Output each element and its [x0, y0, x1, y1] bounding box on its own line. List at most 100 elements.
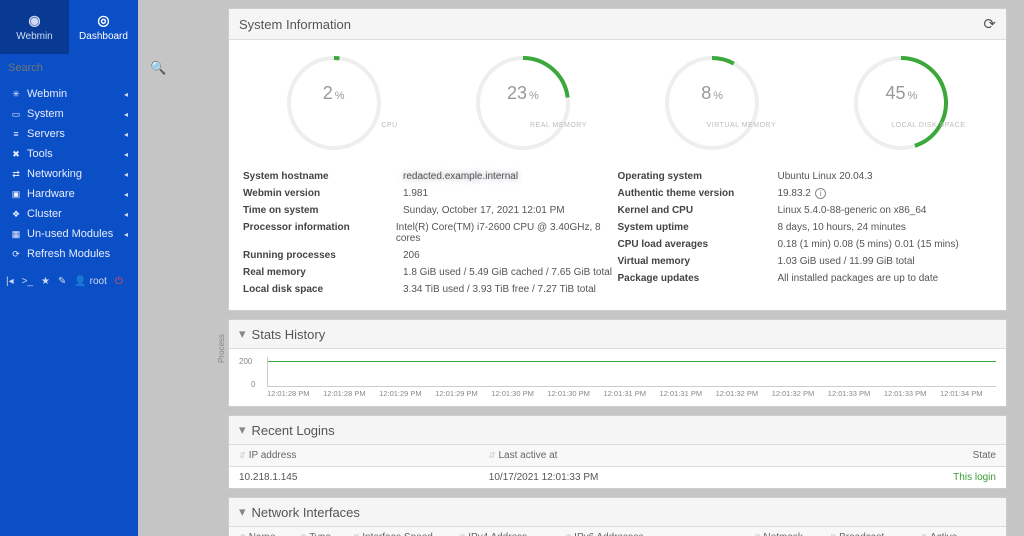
sidebar-item-label: Cluster	[27, 208, 62, 220]
sidebar-item-refresh-modules[interactable]: ⟳Refresh Modules	[0, 244, 138, 264]
search-input[interactable]	[8, 62, 150, 74]
stats-history-header[interactable]: ▾ Stats History	[229, 320, 1006, 349]
th-last-active[interactable]: Last active at	[499, 450, 558, 461]
info-key: Package updates	[618, 273, 778, 284]
th-net-type[interactable]: Type	[309, 532, 331, 536]
info-col-right: Operating systemUbuntu Linux 20.04.3Auth…	[618, 168, 993, 298]
info-value[interactable]: Sunday, October 17, 2021 12:01 PM	[403, 205, 565, 216]
th-net-speed[interactable]: Interface Speed	[362, 532, 433, 536]
bottombar-item-4[interactable]: 👤 root	[74, 276, 106, 287]
info-row: Real memory1.8 GiB used / 5.49 GiB cache…	[243, 264, 618, 281]
recent-logins-thead: ⇵IP address ⇵Last active at State	[229, 445, 1006, 467]
th-state[interactable]: State	[973, 450, 996, 461]
refresh-icon[interactable]: ⟳	[983, 15, 996, 33]
tab-webmin-label: Webmin	[16, 31, 53, 42]
recent-logins-panel: ▾ Recent Logins ⇵IP address ⇵Last active…	[228, 415, 1007, 489]
sidebar-item-system[interactable]: ▭System◂	[0, 104, 138, 124]
main-content: System Information ⟳ 2%CPU23%REAL MEMORY…	[138, 0, 1024, 536]
info-row: Processor informationIntel(R) Core(TM) i…	[243, 219, 618, 247]
th-net-v4[interactable]: IPv4 Address	[468, 532, 527, 536]
sidebar-tabs: ◉ Webmin ◎ Dashboard	[0, 0, 138, 54]
info-key: Local disk space	[243, 284, 403, 295]
th-ip[interactable]: IP address	[249, 450, 297, 461]
info-value: Intel(R) Core(TM) i7-2600 CPU @ 3.40GHz,…	[396, 222, 618, 244]
info-key: Authentic theme version	[618, 188, 778, 199]
sidebar-item-label: System	[27, 108, 64, 120]
bottombar-item-1[interactable]: >_	[22, 276, 33, 287]
sidebar-item-icon: ⟳	[10, 249, 22, 260]
info-value[interactable]: 206	[403, 250, 420, 261]
stats-line	[268, 361, 996, 362]
bottombar-item-0[interactable]: |◂	[6, 276, 14, 287]
tab-webmin[interactable]: ◉ Webmin	[0, 0, 69, 54]
gauge-pct: 2%	[323, 83, 345, 104]
info-row: CPU load averages0.18 (1 min) 0.08 (5 mi…	[618, 236, 993, 253]
info-key: Time on system	[243, 205, 403, 216]
network-interfaces-title: Network Interfaces	[252, 505, 360, 520]
sort-icon[interactable]: ⇵	[489, 451, 496, 460]
th-net-bcast[interactable]: Broadcast	[839, 532, 884, 536]
bottombar-item-3[interactable]: ✎	[58, 276, 66, 287]
sidebar-item-servers[interactable]: ≡Servers◂	[0, 124, 138, 144]
info-key: CPU load averages	[618, 239, 778, 250]
th-net-name[interactable]: Name	[249, 532, 276, 536]
chevron-right-icon: ◂	[124, 90, 128, 99]
stats-xtick: 12:01:28 PM	[267, 389, 323, 398]
system-info-panel: System Information ⟳ 2%CPU23%REAL MEMORY…	[228, 8, 1007, 311]
sidebar-item-label: Servers	[27, 128, 65, 140]
th-net-active[interactable]: Active	[930, 532, 957, 536]
th-net-v6[interactable]: IPv6 Addresses	[574, 532, 643, 536]
info-icon[interactable]: i	[815, 188, 826, 199]
sidebar-item-networking[interactable]: ⇄Networking◂	[0, 164, 138, 184]
gauge-local-disk-space: 45%LOCAL DISK SPACE	[821, 48, 981, 158]
info-value: 1.981	[403, 188, 428, 199]
th-net-mask[interactable]: Netmask	[763, 532, 802, 536]
system-info-title: System Information	[239, 17, 351, 32]
info-value[interactable]: 8 days, 10 hours, 24 minutes	[778, 222, 906, 233]
sidebar-menu: ✳Webmin◂ ▭ System ◂ ≡Servers◂✖Tools◂⇄Network…	[0, 80, 138, 264]
info-key: Webmin version	[243, 188, 403, 199]
sidebar-item-un-used-modules[interactable]: ▦Un-used Modules◂	[0, 224, 138, 244]
sidebar-item-cluster[interactable]: ❖ Cluster ◂	[0, 204, 138, 224]
tab-dashboard-label: Dashboard	[79, 31, 128, 42]
info-row: System uptime8 days, 10 hours, 24 minute…	[618, 219, 993, 236]
sidebar-item-icon: ✳	[10, 89, 22, 100]
bottombar-item-5[interactable]: ⏻	[115, 276, 123, 287]
stats-ylabel: Process	[217, 334, 226, 363]
sidebar-bottombar: |◂ >_ ★ ✎ 👤 root ⏻	[0, 270, 138, 293]
info-key: Kernel and CPU	[618, 205, 778, 216]
sort-icon[interactable]: ⇵	[239, 451, 246, 460]
sidebar-item-icon: ❖	[10, 209, 22, 220]
sidebar-item-hardware[interactable]: ▣Hardware◂	[0, 184, 138, 204]
info-key: System hostname	[243, 171, 403, 182]
info-col-left: System hostnameredacted.example.internal…	[243, 168, 618, 298]
info-row: Webmin version1.981	[243, 185, 618, 202]
sidebar: ◉ Webmin ◎ Dashboard 🔍 ✳Webmin◂▭System◂≡…	[0, 0, 138, 536]
info-row: Authentic theme version19.83.2i	[618, 185, 993, 202]
stats-ytick-0: 0	[251, 380, 255, 389]
network-interfaces-header[interactable]: ▾ Network Interfaces	[229, 498, 1006, 527]
info-value[interactable]: All installed packages are up to date	[778, 273, 939, 284]
chevron-right-icon: ◂	[124, 230, 128, 239]
gauge-real-memory: 23%REAL MEMORY	[443, 48, 603, 158]
sidebar-item-tools[interactable]: ✖Tools◂	[0, 144, 138, 164]
gauge-label: LOCAL DISK SPACE	[891, 122, 965, 129]
stats-xtick: 12:01:31 PM	[660, 389, 716, 398]
sidebar-item-webmin[interactable]: ✳Webmin◂	[0, 84, 138, 104]
sidebar-item-icon: ✖	[10, 149, 22, 160]
stats-xticks: 12:01:28 PM12:01:28 PM12:01:29 PM12:01:2…	[267, 389, 996, 398]
stats-history-panel: ▾ Stats History Process 200 0 12:01:28 P…	[228, 319, 1007, 407]
sidebar-item-label: Hardware	[27, 188, 75, 200]
info-value: Linux 5.4.0-88-generic on x86_64	[778, 205, 927, 216]
info-value: 19.83.2i	[778, 188, 826, 199]
info-key: Operating system	[618, 171, 778, 182]
chevron-right-icon: ◂	[124, 210, 128, 219]
recent-logins-header[interactable]: ▾ Recent Logins	[229, 416, 1006, 445]
stats-xtick: 12:01:29 PM	[435, 389, 491, 398]
stats-xtick: 12:01:31 PM	[603, 389, 659, 398]
info-row: Time on systemSunday, October 17, 2021 1…	[243, 202, 618, 219]
bottombar-item-2[interactable]: ★	[41, 276, 50, 287]
tab-dashboard[interactable]: ◎ Dashboard	[69, 0, 138, 54]
info-key: Processor information	[243, 222, 396, 244]
sidebar-item-icon: ▭	[10, 109, 22, 120]
